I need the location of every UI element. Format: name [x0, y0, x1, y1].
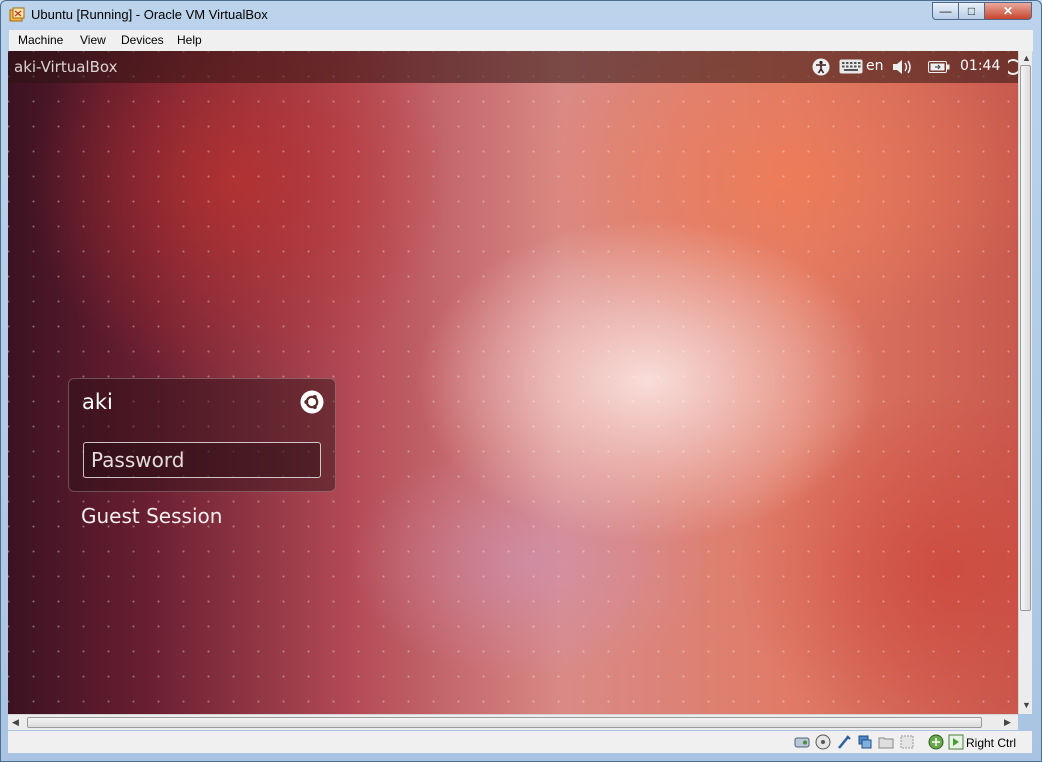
menu-view[interactable]: View: [80, 33, 106, 47]
title-bar[interactable]: Ubuntu [Running] - Oracle VM VirtualBox …: [1, 1, 1041, 29]
maximize-button[interactable]: □: [958, 2, 985, 20]
mouse-integration-icon[interactable]: [948, 734, 964, 750]
battery-icon[interactable]: [928, 61, 950, 73]
scroll-left-arrow-icon[interactable]: ◀: [12, 717, 19, 728]
minimize-button[interactable]: —: [932, 2, 959, 20]
menu-machine[interactable]: Machine: [18, 33, 63, 47]
guest-session-link[interactable]: Guest Session: [81, 504, 222, 528]
window-title: Ubuntu [Running] - Oracle VM VirtualBox: [31, 7, 268, 22]
volume-icon[interactable]: [892, 59, 914, 75]
horizontal-scrollbar[interactable]: ◀ ▶: [8, 714, 1018, 730]
username-label[interactable]: aki: [82, 390, 113, 414]
capture-icon[interactable]: [899, 734, 915, 750]
menu-help[interactable]: Help: [177, 33, 202, 47]
keyboard-layout-label[interactable]: en: [866, 58, 884, 74]
vertical-scrollbar[interactable]: ▲ ▼: [1018, 51, 1032, 714]
shared-folders-icon[interactable]: [857, 734, 873, 750]
clock[interactable]: 01:44: [960, 58, 1000, 74]
guest-hostname: aki-VirtualBox: [14, 58, 118, 76]
host-key-label: Right Ctrl: [966, 736, 1017, 750]
login-box: aki: [68, 378, 336, 492]
vertical-scroll-thumb[interactable]: [1020, 65, 1031, 611]
power-icon[interactable]: [1008, 58, 1018, 76]
virtualbox-app-icon: [9, 7, 25, 22]
password-field[interactable]: [83, 442, 321, 478]
guest-top-panel: aki-VirtualBox en 01:44: [8, 51, 1018, 83]
optical-drive-icon[interactable]: [815, 734, 831, 750]
menu-devices[interactable]: Devices: [121, 33, 164, 47]
network-icon[interactable]: [928, 734, 944, 750]
ubuntu-session-icon[interactable]: [300, 390, 324, 414]
scroll-up-arrow-icon[interactable]: ▲: [1022, 53, 1031, 63]
scroll-down-arrow-icon[interactable]: ▼: [1022, 700, 1031, 710]
accessibility-icon[interactable]: [812, 58, 830, 76]
guest-screen[interactable]: aki-VirtualBox en 01:44 aki Guest Sessio…: [8, 51, 1018, 714]
display-icon[interactable]: [878, 734, 894, 750]
close-button[interactable]: ✕: [984, 2, 1032, 20]
keyboard-icon[interactable]: [839, 59, 863, 74]
usb-icon[interactable]: [836, 734, 852, 750]
menu-bar: Machine View Devices Help: [9, 30, 1033, 52]
horizontal-scroll-thumb[interactable]: [27, 717, 982, 728]
hard-disk-icon[interactable]: [794, 734, 810, 750]
status-bar: Right Ctrl: [8, 731, 1032, 753]
scroll-right-arrow-icon[interactable]: ▶: [1004, 717, 1011, 728]
